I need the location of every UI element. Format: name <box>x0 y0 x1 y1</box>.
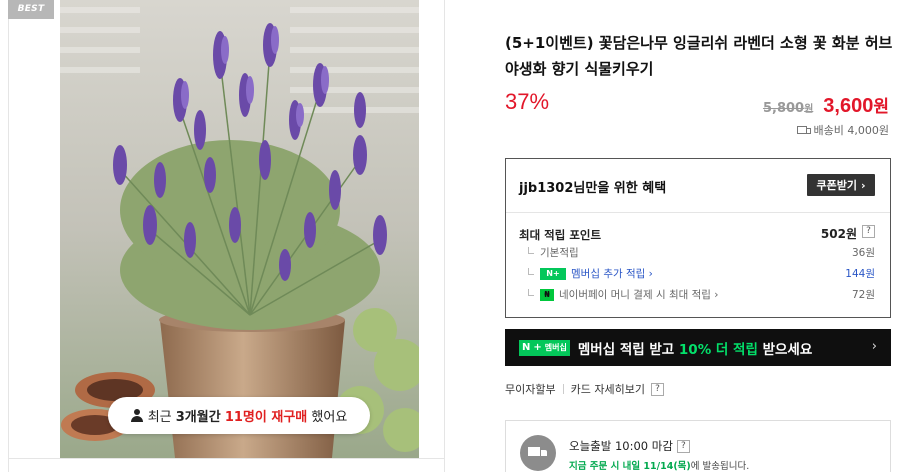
point-row-npay[interactable]: ₦ 네이버페이 머니 결제 시 최대 적립 › <box>528 287 718 302</box>
tree-line-icon <box>528 247 534 254</box>
banner-text-before: 멤버십 적립 받고 <box>577 341 679 358</box>
help-icon[interactable]: ? <box>676 439 690 453</box>
sale-price: 3,600원 <box>823 92 889 118</box>
repurchase-suffix: 했어요 <box>311 410 348 425</box>
point-row-basic: 기본적립 <box>528 245 579 260</box>
point-row-membership[interactable]: N+ 멤버십 추가 적립 › <box>528 266 653 281</box>
chevron-right-icon: › <box>860 178 866 192</box>
repurchase-prefix: 최근 <box>147 410 172 425</box>
delivery-title: 오늘출발 10:00 마감 ? <box>569 438 690 454</box>
delivery-sub-after: 에 발송됩니다. <box>690 461 750 472</box>
banner-text-after: 받으세요 <box>757 341 813 358</box>
benefit-box: jjb1302님만을 위한 혜택 쿠폰받기 › 최대 적립 포인트 502원 ? … <box>505 158 891 318</box>
point-row-label: 네이버페이 머니 결제 시 최대 적립 <box>559 289 711 301</box>
benefit-title: jjb1302님만을 위한 혜택 <box>519 181 667 196</box>
divider <box>562 384 564 394</box>
repurchase-period: 3개월간 <box>175 410 221 425</box>
point-row-value: 72원 <box>851 289 875 301</box>
benefit-divider <box>506 212 890 213</box>
help-icon[interactable]: ? <box>650 382 664 396</box>
card-detail-link[interactable]: 카드 자세히보기 <box>571 381 645 397</box>
sale-price-currency: 원 <box>873 97 889 116</box>
tree-line-icon <box>528 289 534 296</box>
product-photo[interactable] <box>60 0 419 458</box>
point-row-value: 36원 <box>851 247 875 259</box>
chevron-right-icon: › <box>871 339 877 354</box>
coupon-button-label: 쿠폰받기 <box>816 179 857 192</box>
banner-text-highlight: 10% 더 적립 <box>678 341 758 358</box>
chevron-right-icon: › <box>714 288 719 301</box>
chevron-right-icon: › <box>648 267 653 280</box>
shipping-fee: 배송비 4,000원 <box>796 122 889 138</box>
help-icon[interactable]: ? <box>862 225 875 238</box>
delivery-truck-icon <box>520 435 556 471</box>
tree-line-icon <box>528 268 534 275</box>
sale-price-value: 3,600 <box>823 95 874 117</box>
plus-icon: + <box>533 342 542 353</box>
original-price: 5,800원 <box>763 100 813 116</box>
membership-banner[interactable]: N + 멤버십 멤버십 적립 받고 10% 더 적립 받으세요 › <box>505 329 891 366</box>
installment-row: 무이자할부 카드 자세히보기 ? <box>505 381 664 397</box>
original-price-value: 5,800 <box>762 101 805 116</box>
coupon-button[interactable]: 쿠폰받기 › <box>807 174 875 196</box>
truck-icon <box>796 125 811 135</box>
original-price-currency: 원 <box>804 104 814 115</box>
delivery-date-highlight: 지금 주문 시 내일 11/14(목) <box>569 461 691 472</box>
delivery-title-text: 오늘출발 10:00 마감 <box>569 439 673 453</box>
frame-divider <box>9 458 444 459</box>
naver-plus-badge-icon: N+ <box>540 267 566 280</box>
best-badge: BEST <box>8 0 54 19</box>
discount-rate: 37% <box>505 89 550 114</box>
price-row: 5,800원 3,600원 <box>763 92 889 118</box>
point-row-label: 기본적립 <box>540 247 579 259</box>
delivery-box: 오늘출발 10:00 마감 ? 지금 주문 시 내일 11/14(목)에 발송됩… <box>505 420 891 472</box>
naver-membership-badge: N + 멤버십 <box>519 339 570 356</box>
delivery-subtext: 지금 주문 시 내일 11/14(목)에 발송됩니다. <box>569 458 749 472</box>
npay-money-icon: ₦ <box>540 288 554 301</box>
max-point-value: 502원 <box>820 227 857 241</box>
membership-badge-label: 멤버십 <box>544 343 567 352</box>
person-icon <box>130 409 143 422</box>
repurchase-count: 11명이 재구매 <box>224 410 308 425</box>
point-row-label: 멤버십 추가 적립 <box>571 268 646 280</box>
naver-n-icon: N <box>522 342 531 353</box>
point-row-value: 144원 <box>845 268 875 280</box>
shipping-fee-text: 배송비 4,000원 <box>813 124 889 137</box>
free-installment-label: 무이자할부 <box>505 383 556 396</box>
product-title: (5+1이벤트) 꽃담은나무 잉글리쉬 라벤더 소형 꽃 화분 허브 야생화 향… <box>505 34 893 78</box>
lavender-pot-image <box>60 0 419 458</box>
repurchase-notice: 최근 3개월간 11명이 재구매 했어요 <box>108 397 370 434</box>
max-point-label: 최대 적립 포인트 <box>519 228 602 242</box>
membership-banner-text: 멤버십 적립 받고 10% 더 적립 받으세요 <box>578 338 812 358</box>
